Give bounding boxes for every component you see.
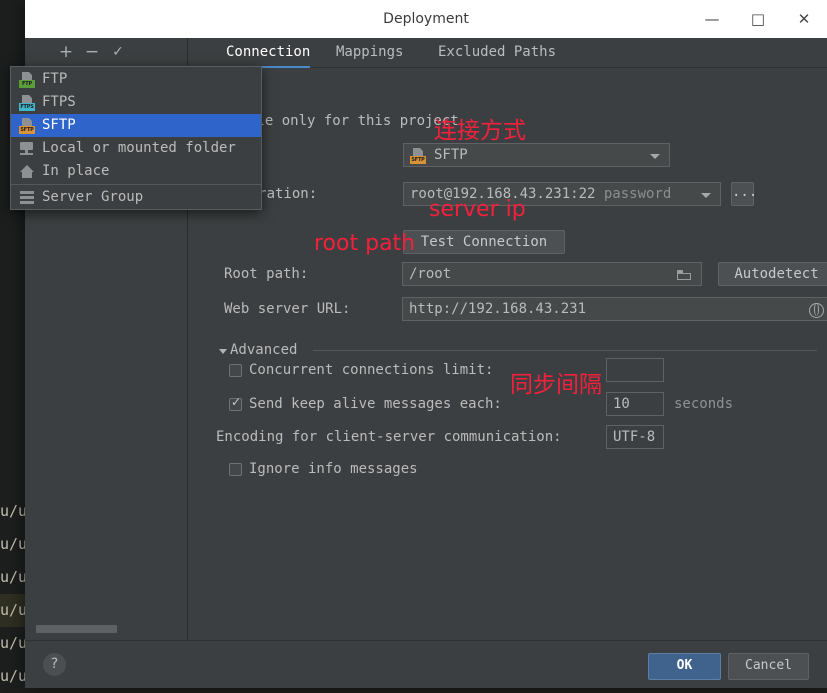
ftp-server-icon: FTP <box>19 72 35 88</box>
title-bar: Deployment — □ ✕ <box>25 0 827 38</box>
add-server-icon[interactable]: + <box>53 38 79 66</box>
tab-label: Connection <box>226 44 311 60</box>
menu-item-local-folder[interactable]: Local or mounted folder <box>11 137 261 160</box>
set-default-check-icon[interactable]: ✓ <box>105 38 131 66</box>
dialog-footer: ? OK Cancel <box>25 640 827 688</box>
ignore-info-checkbox[interactable] <box>229 463 242 476</box>
close-icon[interactable]: ✕ <box>781 0 827 38</box>
menu-item-ftp[interactable]: FTP FTP <box>11 68 261 91</box>
concurrent-connections-input[interactable] <box>606 358 664 382</box>
server-list-pane: + − ✓ FTP FTP FTPS FTPS SFTP SFTP Local … <box>10 38 262 640</box>
menu-item-label: Server Group <box>42 189 144 205</box>
tab-bar: Connection Mappings Excluded Paths <box>188 38 827 68</box>
deployment-dialog: Deployment — □ ✕ + − ✓ FTP FTP FTPS FTPS… <box>10 0 827 688</box>
annotation-connection-type: 连接方式 <box>434 118 526 144</box>
open-in-browser-icon[interactable] <box>809 303 824 318</box>
code-line: u/u <box>0 535 26 553</box>
web-server-url-label: Web server URL: <box>224 301 351 317</box>
home-icon <box>19 164 35 180</box>
sftp-server-icon: SFTP <box>19 118 35 134</box>
tab-label: Mappings <box>336 44 404 60</box>
keep-alive-input[interactable]: 10 <box>606 392 664 416</box>
advanced-section-header[interactable]: Advanced <box>216 335 827 365</box>
server-type-menu[interactable]: FTP FTP FTPS FTPS SFTP SFTP Local or mou… <box>10 66 262 210</box>
autodetect-button[interactable]: Autodetect <box>718 262 827 286</box>
tab-excluded-paths[interactable]: Excluded Paths <box>438 38 556 67</box>
tab-label: Excluded Paths <box>438 44 557 60</box>
web-server-url-value: http://192.168.43.231 <box>409 301 587 317</box>
encoding-combo[interactable]: UTF-8 <box>606 425 664 449</box>
ftps-server-icon: FTPS <box>19 95 35 111</box>
visible-only-label: ble only for this project <box>248 113 459 129</box>
encoding-label: Encoding for client-server communication… <box>216 429 562 445</box>
root-path-input[interactable]: /root <box>402 262 702 286</box>
mounted-folder-icon <box>19 141 35 157</box>
server-list-toolbar: + − ✓ <box>25 38 187 67</box>
annotation-sync-interval: 同步间隔 <box>510 372 602 398</box>
root-path-value: /root <box>409 266 452 282</box>
ssh-browse-button[interactable]: ... <box>731 182 757 206</box>
menu-item-label: FTP <box>42 71 68 87</box>
menu-item-label: In place <box>42 163 110 179</box>
ignore-info-label: Ignore info messages <box>249 461 418 477</box>
advanced-section-label: Advanced <box>230 342 298 358</box>
server-type-combo[interactable]: SFTP SFTP <box>403 143 670 167</box>
code-line: u/u <box>0 634 26 652</box>
connection-form: ble only for this project SFTP SFTP nfig… <box>188 67 827 640</box>
concurrent-connections-label: Concurrent connections limit: <box>249 362 494 378</box>
section-divider <box>313 350 817 351</box>
concurrent-connections-checkbox[interactable] <box>229 364 242 377</box>
annotation-server-ip: server ip <box>429 197 526 222</box>
web-server-url-input[interactable]: http://192.168.43.231 <box>402 297 827 321</box>
help-icon[interactable]: ? <box>43 653 66 676</box>
sftp-server-icon: SFTP <box>410 148 426 164</box>
menu-item-label: SFTP <box>42 117 76 133</box>
menu-item-sftp[interactable]: SFTP SFTP <box>11 114 261 137</box>
menu-item-server-group[interactable]: Server Group <box>11 186 261 209</box>
menu-item-label: Local or mounted folder <box>42 140 236 156</box>
keep-alive-label: Send keep alive messages each: <box>249 396 502 412</box>
ssh-auth-type: password <box>603 186 672 202</box>
code-line: u/u <box>0 568 26 586</box>
chevron-down-icon <box>219 349 227 354</box>
remove-server-icon[interactable]: − <box>79 38 105 66</box>
keep-alive-checkbox[interactable] <box>229 395 242 411</box>
menu-item-in-place[interactable]: In place <box>11 160 261 183</box>
keep-alive-units-label: seconds <box>674 396 734 412</box>
menu-item-label: FTPS <box>42 94 76 110</box>
scrollbar-thumb[interactable] <box>36 625 117 633</box>
maximize-icon[interactable]: □ <box>735 0 781 38</box>
code-line: u/u <box>0 667 26 685</box>
cancel-button[interactable]: Cancel <box>728 653 809 680</box>
menu-item-ftps[interactable]: FTPS FTPS <box>11 91 261 114</box>
tab-connection[interactable]: Connection <box>226 38 311 68</box>
chevron-down-icon <box>701 193 711 198</box>
root-path-label: Root path: <box>224 266 309 282</box>
server-group-icon <box>19 190 35 206</box>
menu-separator <box>11 184 261 185</box>
folder-browse-icon[interactable] <box>677 270 691 280</box>
minimize-icon[interactable]: — <box>689 0 735 38</box>
dialog-body: + − ✓ FTP FTP FTPS FTPS SFTP SFTP Local … <box>10 38 827 640</box>
horizontal-scrollbar[interactable] <box>25 624 187 633</box>
server-type-combo-value: SFTP <box>434 147 468 163</box>
ok-button[interactable]: OK <box>648 653 721 680</box>
annotation-root-path: root path <box>314 231 416 256</box>
chevron-down-icon <box>650 154 660 159</box>
test-connection-button[interactable]: Test Connection <box>403 230 565 254</box>
code-line: u/u <box>0 594 26 627</box>
tab-mappings[interactable]: Mappings <box>336 38 403 67</box>
code-line: u/u <box>0 502 26 520</box>
